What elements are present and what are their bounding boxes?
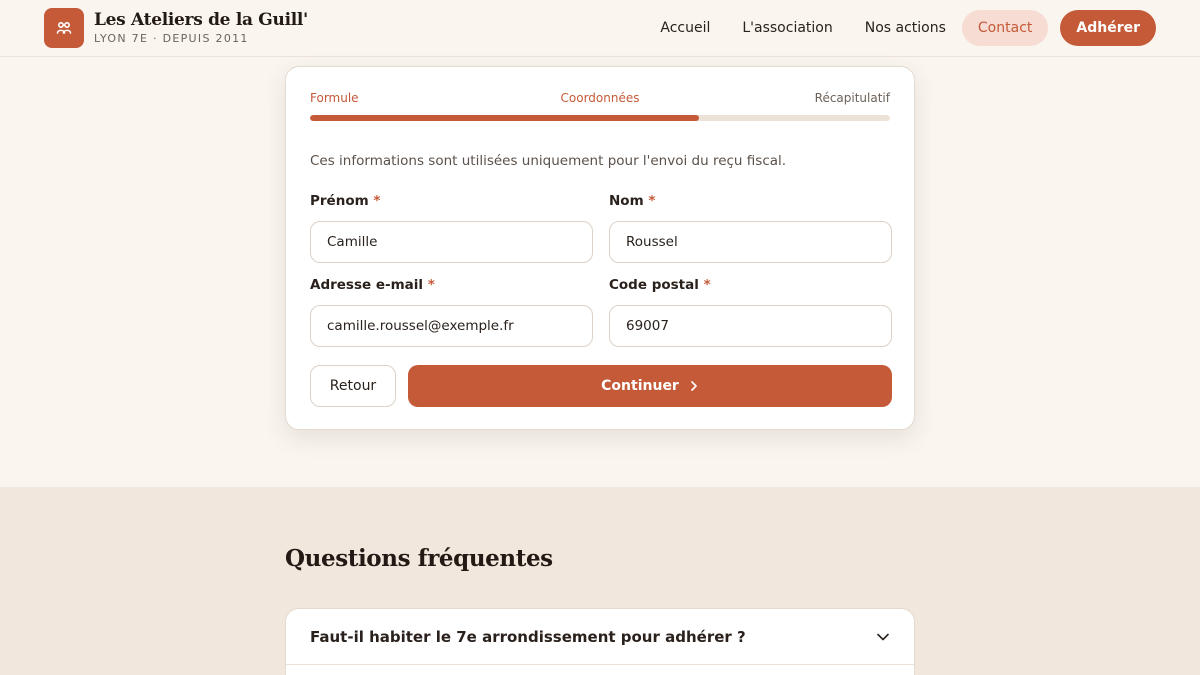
form-intro: Ces informations sont utilisées uniqueme… (310, 153, 787, 169)
faq-section: Questions fréquentes Faut-il habiter le … (0, 487, 1200, 675)
site-header: Les Ateliers de la Guill' LYON 7E · DEPU… (0, 0, 1200, 57)
postal-label: Code postal * (609, 277, 711, 293)
email-input[interactable]: camille.roussel@exemple.fr (310, 305, 593, 347)
people-icon (56, 21, 72, 34)
stepper: Formule Coordonnées Récapitulatif (310, 91, 890, 107)
progress-bar (310, 115, 890, 121)
faq-list: Faut-il habiter le 7e arrondissement pou… (285, 608, 915, 675)
nav-item-accueil[interactable]: Accueil (644, 10, 726, 46)
progress-fill (310, 115, 699, 121)
email-label: Adresse e-mail * (310, 277, 435, 293)
membership-form-card: Formule Coordonnées Récapitulatif Ces in… (285, 66, 915, 430)
nav-item-contact[interactable]: Contact (961, 10, 1049, 46)
postal-field-group: Code postal * 69007 (609, 277, 892, 347)
continue-button[interactable]: Continuer (408, 365, 892, 407)
chevron-right-icon (690, 381, 697, 391)
firstname-field-group: Prénom * Camille (310, 193, 593, 263)
faq-title: Questions fréquentes (285, 545, 553, 572)
chevron-down-icon (877, 633, 889, 640)
nav-item-association[interactable]: L'association (726, 10, 848, 46)
step-coordonnees: Coordonnées (560, 91, 640, 105)
faq-item[interactable]: Faut-il habiter le 7e arrondissement pou… (286, 609, 914, 665)
faq-question: Faut-il habiter le 7e arrondissement pou… (310, 627, 746, 646)
firstname-input[interactable]: Camille (310, 221, 593, 263)
continue-label: Continuer (601, 378, 679, 394)
lastname-input[interactable]: Roussel (609, 221, 892, 263)
postal-code-input[interactable]: 69007 (609, 305, 892, 347)
step-formule[interactable]: Formule (310, 91, 359, 105)
logo[interactable] (44, 8, 84, 48)
brand-title[interactable]: Les Ateliers de la Guill' (94, 10, 308, 30)
step-recapitulatif: Récapitulatif (814, 91, 890, 105)
nav-item-nos-actions[interactable]: Nos actions (849, 10, 962, 46)
main-nav: Accueil L'association Nos actions Contac… (644, 10, 1156, 46)
brand-subtitle: LYON 7E · DEPUIS 2011 (94, 32, 249, 45)
back-button[interactable]: Retour (310, 365, 396, 407)
email-field-group: Adresse e-mail * camille.roussel@exemple… (310, 277, 593, 347)
lastname-field-group: Nom * Roussel (609, 193, 892, 263)
firstname-label: Prénom * (310, 193, 381, 209)
adherer-button[interactable]: Adhérer (1060, 10, 1156, 46)
lastname-label: Nom * (609, 193, 656, 209)
